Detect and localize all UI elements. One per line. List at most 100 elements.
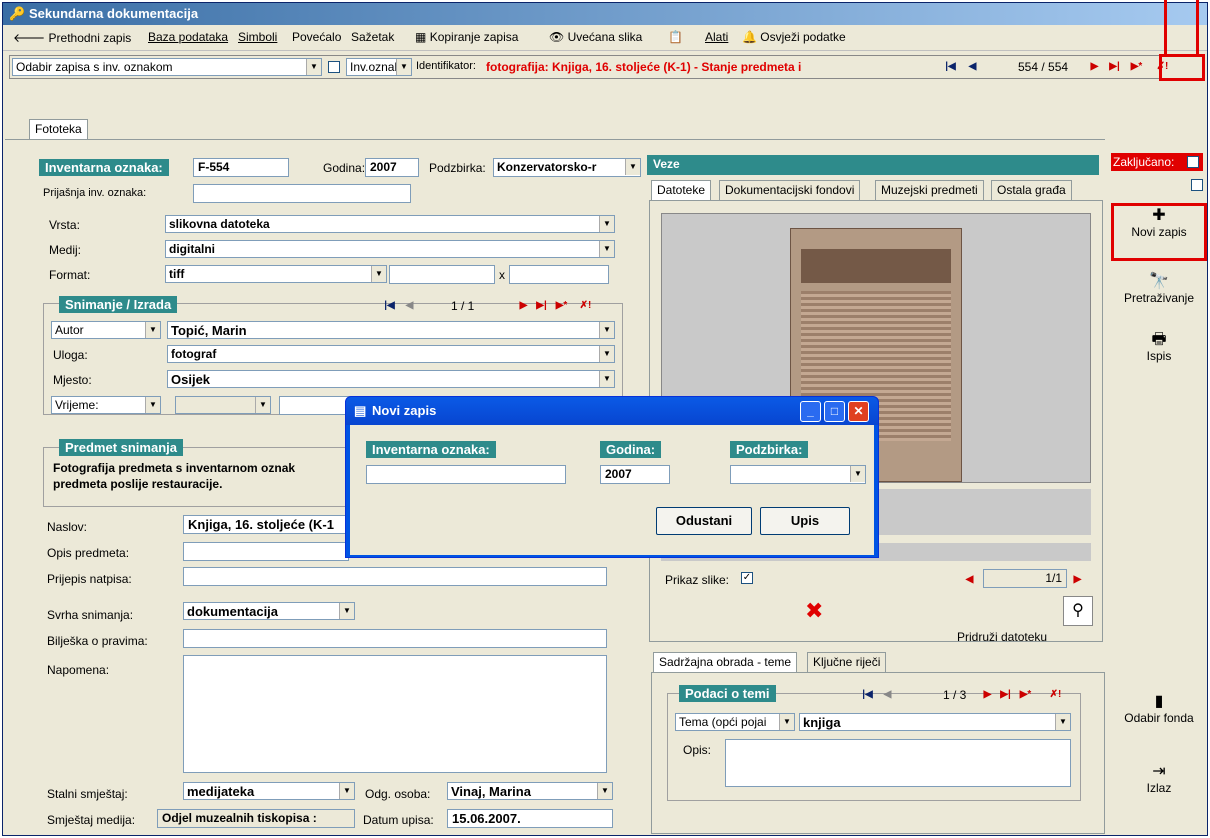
tema-delete-icon[interactable]: ✗! <box>1049 688 1062 702</box>
biljeska-field[interactable] <box>183 629 607 648</box>
tema-new-icon[interactable]: ▶* <box>1019 688 1032 702</box>
search-side-button[interactable]: 🔭 Pretraživanje <box>1111 273 1207 305</box>
chevron-down-icon[interactable]: ▼ <box>145 397 160 413</box>
field-select-combo[interactable]: Inv.oznaka ▼ <box>346 58 412 76</box>
chevron-down-icon[interactable]: ▼ <box>625 159 640 175</box>
chevron-down-icon[interactable]: ▼ <box>1055 714 1070 730</box>
year-field[interactable]: 2007 <box>365 158 419 177</box>
prev-icon[interactable]: ◀ <box>403 299 416 313</box>
chevron-down-icon[interactable]: ▼ <box>371 266 386 282</box>
vrijeme-combo[interactable]: Vrijeme: ▼ <box>51 396 161 414</box>
exit-side-button[interactable]: ⇥ Izlaz <box>1111 763 1207 795</box>
print-side-button[interactable]: 🖶 Ispis <box>1111 331 1207 363</box>
vrijeme-part-combo[interactable]: ▼ <box>175 396 271 414</box>
prev-record-button[interactable]: 🡐 Prethodni zapis <box>13 30 131 45</box>
chevron-down-icon[interactable]: ▼ <box>396 59 411 75</box>
opis-field[interactable] <box>183 542 349 561</box>
tab-dok-fondovi[interactable]: Dokumentacijski fondovi <box>719 180 861 200</box>
chevron-down-icon[interactable]: ▼ <box>255 397 270 413</box>
cancel-button[interactable]: Odustani <box>656 507 752 535</box>
copy-record-button[interactable]: ▦ Kopiranje zapisa <box>415 30 518 44</box>
fond-side-button[interactable]: ▮ Odabir fonda <box>1111 693 1207 725</box>
odg-combo[interactable]: Vinaj, Marina ▼ <box>447 782 613 800</box>
extra-checkbox[interactable] <box>1191 179 1203 191</box>
chevron-down-icon[interactable]: ▼ <box>850 466 865 482</box>
image-prev-icon[interactable]: ◀ <box>963 573 976 587</box>
minimize-icon[interactable]: _ <box>800 401 821 422</box>
first-record-icon[interactable]: |◀ <box>944 60 957 74</box>
big-image-button[interactable]: 👁 Uvećana slika <box>549 30 642 44</box>
svrha-combo[interactable]: dokumentacija ▼ <box>183 602 355 620</box>
smjestaj-field[interactable]: Odjel muzealnih tiskopisa : <box>157 809 355 828</box>
enlarge-menu[interactable]: Povećalo <box>292 30 341 44</box>
database-menu[interactable]: Baza podataka <box>148 30 228 44</box>
dialog-sub-combo[interactable]: ▼ <box>730 465 866 484</box>
new-icon[interactable]: ▶* <box>555 299 568 313</box>
tab-muzejski[interactable]: Muzejski predmeti <box>875 180 984 200</box>
chevron-down-icon[interactable]: ▼ <box>339 603 354 619</box>
dialog-inv-field[interactable] <box>366 465 566 484</box>
tema-prev-icon[interactable]: ◀ <box>881 688 894 702</box>
locked-checkbox[interactable] <box>1187 156 1199 168</box>
prijepis-field[interactable] <box>183 567 607 586</box>
chevron-down-icon[interactable]: ▼ <box>599 371 614 387</box>
last-record-icon[interactable]: ▶| <box>1108 60 1121 74</box>
summary-menu[interactable]: Sažetak <box>351 30 394 44</box>
format-height-field[interactable] <box>509 265 609 284</box>
next-record-icon[interactable]: ▶ <box>1088 60 1101 74</box>
maximize-icon[interactable]: □ <box>824 401 845 422</box>
vrsta-combo[interactable]: slikovna datoteka ▼ <box>165 215 615 233</box>
last-icon[interactable]: ▶| <box>535 299 548 313</box>
refresh-button[interactable]: 🔔 Osvježi podatke <box>742 30 846 44</box>
format-width-field[interactable] <box>389 265 495 284</box>
tema-last-icon[interactable]: ▶| <box>999 688 1012 702</box>
datum-field[interactable]: 15.06.2007. <box>447 809 613 828</box>
inv-field[interactable]: F-554 <box>193 158 289 177</box>
new-record-icon[interactable]: ▶* <box>1130 60 1143 74</box>
chevron-down-icon[interactable]: ▼ <box>306 59 321 75</box>
autor-role-combo[interactable]: Autor ▼ <box>51 321 161 339</box>
prikaz-checkbox[interactable]: ✓ <box>741 572 753 584</box>
tema-type-combo[interactable]: Tema (opći pojai ▼ <box>675 713 795 731</box>
tema-next-icon[interactable]: ▶ <box>981 688 994 702</box>
remove-file-icon[interactable]: ✖ <box>805 598 823 624</box>
inv-select-combo[interactable]: Odabir zapisa s inv. oznakom ▼ <box>12 58 322 76</box>
prev-inv-field[interactable] <box>193 184 411 203</box>
chevron-down-icon[interactable]: ▼ <box>597 783 612 799</box>
tab-kljucne[interactable]: Ključne riječi <box>807 652 887 672</box>
image-next-icon[interactable]: ▶ <box>1071 573 1084 587</box>
naslov-field[interactable]: Knjiga, 16. stoljeće (K-1 <box>183 515 349 534</box>
symbols-menu[interactable]: Simboli <box>238 30 277 44</box>
dialog-year-field[interactable]: 2007 <box>600 465 670 484</box>
title-bar[interactable]: 🔑 Sekundarna dokumentacija <box>3 3 1207 25</box>
tema-opis-field[interactable] <box>725 739 1071 787</box>
chevron-down-icon[interactable]: ▼ <box>339 783 354 799</box>
mjesto-combo[interactable]: Osijek ▼ <box>167 370 615 388</box>
tab-datoteke[interactable]: Datoteke <box>651 180 712 200</box>
prev-record-icon[interactable]: ◀ <box>966 60 979 74</box>
tab-fototeka[interactable]: Fototeka <box>29 119 88 139</box>
uloga-combo[interactable]: fotograf ▼ <box>167 345 615 363</box>
ok-button[interactable]: Upis <box>760 507 850 535</box>
chevron-down-icon[interactable]: ▼ <box>145 322 160 338</box>
tema-first-icon[interactable]: |◀ <box>861 688 874 702</box>
first-icon[interactable]: |◀ <box>383 299 396 313</box>
close-icon[interactable]: ✕ <box>848 401 869 422</box>
tab-teme[interactable]: Sadržajna obrada - teme <box>653 652 798 672</box>
delete-icon[interactable]: ✗! <box>579 299 592 313</box>
chevron-down-icon[interactable]: ▼ <box>599 346 614 362</box>
medij-combo[interactable]: digitalni ▼ <box>165 240 615 258</box>
tab-ostala[interactable]: Ostala građa <box>991 180 1072 200</box>
format-combo[interactable]: tiff ▼ <box>165 265 387 283</box>
dialog-title-bar[interactable]: ▤ Novi zapis _ □ ✕ <box>346 397 878 425</box>
next-icon[interactable]: ▶ <box>517 299 530 313</box>
filter-checkbox[interactable] <box>328 61 340 73</box>
chevron-down-icon[interactable]: ▼ <box>599 322 614 338</box>
chevron-down-icon[interactable]: ▼ <box>599 241 614 257</box>
autor-combo[interactable]: Topić, Marin ▼ <box>167 321 615 339</box>
subcoll-combo[interactable]: Konzervatorsko-r ▼ <box>493 158 641 177</box>
chevron-down-icon[interactable]: ▼ <box>779 714 794 730</box>
chevron-down-icon[interactable]: ▼ <box>599 216 614 232</box>
clipboard-icon[interactable]: 📋 <box>668 30 683 44</box>
attach-file-button[interactable]: ⚲ <box>1063 596 1093 626</box>
